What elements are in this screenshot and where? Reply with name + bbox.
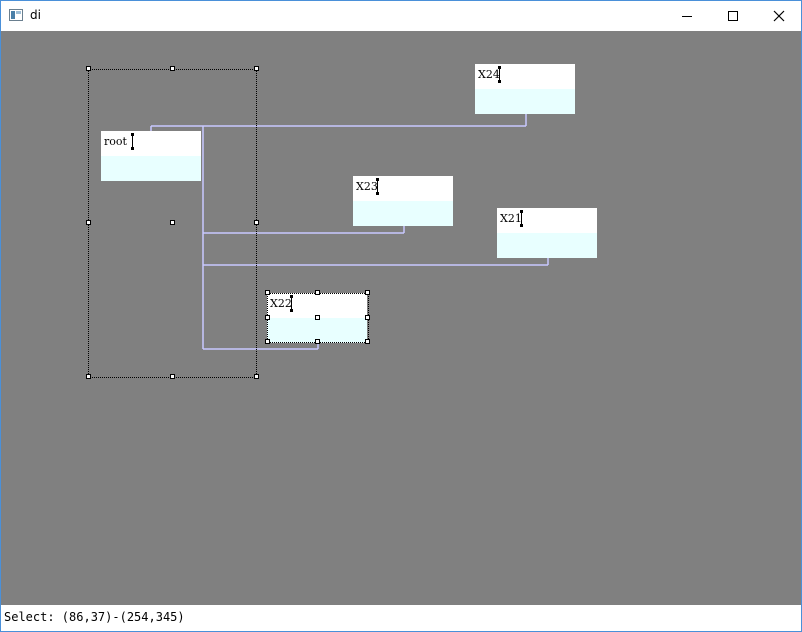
resize-handle[interactable] — [170, 220, 175, 225]
node-label: X24 — [478, 68, 500, 81]
title-bar[interactable]: di — [1, 1, 801, 31]
resize-handle[interactable] — [265, 339, 270, 344]
resize-handle[interactable] — [315, 339, 320, 344]
minimize-icon — [682, 16, 692, 17]
resize-handle[interactable] — [86, 220, 91, 225]
resize-handle[interactable] — [86, 66, 91, 71]
app-window: di root X24 X23 X21 X22 Select: (86,37)-… — [0, 0, 802, 632]
node-x23[interactable]: X23 — [353, 176, 453, 226]
status-text: Select: (86,37)-(254,345) — [4, 610, 185, 624]
minimize-button[interactable] — [664, 1, 710, 31]
resize-handle[interactable] — [170, 374, 175, 379]
resize-handle[interactable] — [365, 339, 370, 344]
node-label: X23 — [356, 180, 378, 193]
resize-handle[interactable] — [315, 315, 320, 320]
resize-handle[interactable] — [254, 374, 259, 379]
resize-handle[interactable] — [254, 220, 259, 225]
node-x24[interactable]: X24 — [475, 64, 575, 114]
resize-handle[interactable] — [170, 66, 175, 71]
text-cursor — [520, 210, 523, 227]
app-icon — [9, 9, 23, 21]
resize-handle[interactable] — [315, 290, 320, 295]
resize-handle[interactable] — [365, 290, 370, 295]
resize-handle[interactable] — [365, 315, 370, 320]
diagram-canvas[interactable]: root X24 X23 X21 X22 — [1, 31, 801, 605]
node-x21[interactable]: X21 — [497, 208, 597, 258]
resize-handle[interactable] — [265, 290, 270, 295]
resize-handle[interactable] — [254, 66, 259, 71]
node-label: X21 — [500, 212, 522, 225]
close-icon — [773, 10, 785, 22]
text-cursor — [498, 66, 501, 83]
status-bar: Select: (86,37)-(254,345) — [1, 605, 801, 631]
text-cursor — [376, 178, 379, 195]
close-button[interactable] — [756, 1, 802, 31]
maximize-button[interactable] — [710, 1, 756, 31]
resize-handle[interactable] — [86, 374, 91, 379]
resize-handle[interactable] — [265, 315, 270, 320]
maximize-icon — [728, 11, 738, 21]
window-title: di — [30, 8, 41, 22]
